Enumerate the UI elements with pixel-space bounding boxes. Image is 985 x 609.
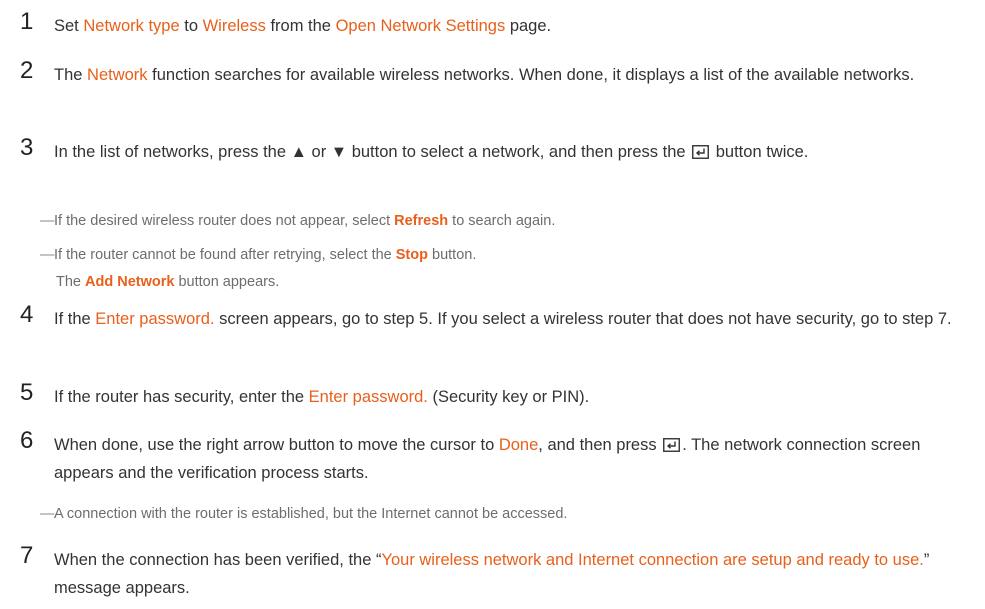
ui-term-enter-password: Enter password. — [308, 388, 428, 406]
text-segment: The — [56, 274, 86, 290]
text-segment: In the list of networks, press the ▲ or … — [54, 143, 691, 161]
text-segment: If the router has security, enter the — [54, 388, 309, 406]
ui-term-done: Done — [498, 436, 539, 454]
enter-key-icon — [663, 438, 681, 452]
step-number: 3 — [20, 134, 34, 161]
step-text: Set Network type to Wireless from the Op… — [54, 12, 974, 40]
ui-term-network-type: Network type — [83, 17, 180, 35]
step-text: In the list of networks, press the ▲ or … — [54, 138, 974, 166]
step-text: If the Enter password. screen appears, g… — [54, 305, 974, 333]
step-number: 5 — [20, 379, 34, 406]
manual-page: 1 Set Network type to Wireless from the … — [0, 0, 985, 609]
text-segment: When the connection has been verified, t… — [54, 551, 382, 569]
text-segment: (Security key or PIN). — [427, 388, 590, 406]
step-text: When the connection has been verified, t… — [54, 546, 974, 602]
text-segment: page. — [505, 17, 552, 35]
note-dash: — — [40, 506, 55, 522]
ui-term-open-network-settings: Open Network Settings — [335, 17, 506, 35]
text-segment: button. — [427, 247, 477, 263]
note-dash: — — [40, 247, 55, 263]
text-segment: button appears. — [174, 274, 280, 290]
text-segment: , and then press — [538, 436, 662, 454]
text-segment: from the — [265, 17, 336, 35]
text-segment: button twice. — [711, 143, 809, 161]
step-text: The Network function searches for availa… — [54, 61, 974, 89]
step-number: 6 — [20, 427, 34, 454]
ui-term-stop: Stop — [395, 247, 428, 263]
text-segment: to — [179, 17, 203, 35]
step-text: When done, use the right arrow button to… — [54, 431, 974, 487]
text-segment: Set — [54, 17, 84, 35]
text-segment: If the — [54, 310, 96, 328]
text-segment: The — [54, 66, 88, 84]
step-number: 2 — [20, 57, 34, 84]
note-refresh: —If the desired wireless router does not… — [40, 210, 970, 232]
text-segment: When done, use the right arrow button to… — [54, 436, 499, 454]
text-segment: screen appears, go to step 5. If you sel… — [214, 310, 952, 328]
step-number: 4 — [20, 301, 34, 328]
enter-key-icon — [692, 145, 710, 159]
text-segment: to search again. — [448, 213, 556, 229]
text-segment: If the desired wireless router does not … — [54, 213, 395, 229]
note-stop: —If the router cannot be found after ret… — [40, 244, 970, 266]
step-text: If the router has security, enter the En… — [54, 383, 974, 411]
note-dash: — — [40, 213, 55, 229]
ui-term-add-network: Add Network — [85, 274, 175, 290]
step-number: 1 — [20, 8, 34, 35]
ui-term-network: Network — [87, 66, 148, 84]
note-add-network: The Add Network button appears. — [56, 271, 976, 293]
text-segment: A connection with the router is establis… — [54, 506, 568, 522]
note-no-internet: —A connection with the router is establi… — [40, 503, 970, 525]
step-number: 7 — [20, 542, 34, 569]
ui-term-wireless: Wireless — [202, 17, 266, 35]
ui-term-enter-password: Enter password. — [95, 310, 215, 328]
text-segment: function searches for available wireless… — [147, 66, 915, 84]
ui-term-ready-message: Your wireless network and Internet conne… — [381, 551, 924, 569]
ui-term-refresh: Refresh — [394, 213, 449, 229]
text-segment: If the router cannot be found after retr… — [54, 247, 396, 263]
